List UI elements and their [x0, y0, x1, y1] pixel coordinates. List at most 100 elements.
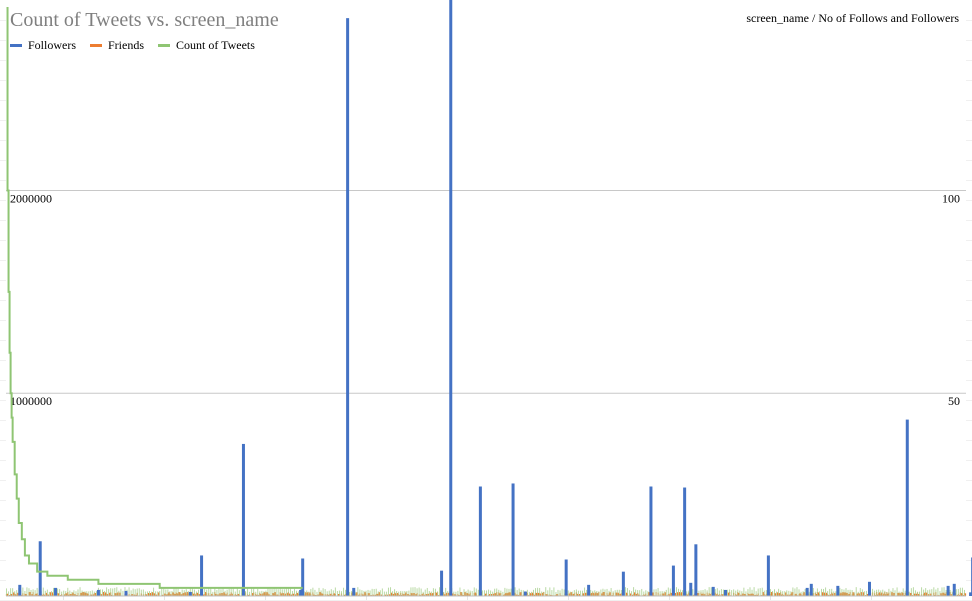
tweets-baseline-bar: [461, 591, 463, 596]
tweets-baseline-bar: [498, 589, 500, 596]
tweets-baseline-bar: [680, 589, 682, 596]
tweets-baseline-bar: [833, 591, 835, 596]
tweets-baseline-bar: [641, 588, 643, 596]
tweets-baseline-bar: [46, 589, 48, 596]
tweets-baseline-bar: [157, 591, 159, 596]
chart-area[interactable]: 1000000 2000000 50 100 Count of Tweets vs. …: [0, 0, 972, 601]
tweets-baseline-bar: [332, 590, 334, 596]
friends-bar: [168, 592, 170, 596]
tweets-baseline-bar: [900, 591, 902, 596]
tweets-baseline-bar: [567, 590, 569, 596]
friends-bar: [603, 592, 605, 596]
tweets-baseline-bar: [79, 587, 81, 596]
tweets-baseline-bar: [377, 591, 379, 596]
chart-title[interactable]: Count of Tweets vs. screen_name: [10, 9, 279, 32]
tweets-baseline-bar: [586, 589, 588, 596]
tweets-baseline-bar: [655, 589, 657, 596]
tweets-baseline-bar: [10, 588, 12, 596]
tweets-baseline-bar: [410, 587, 412, 596]
tweets-baseline-bar: [626, 588, 628, 596]
tweets-baseline-bar: [704, 589, 706, 596]
friends-bar: [305, 592, 307, 596]
tweets-baseline-bar: [361, 590, 363, 596]
tweets-baseline-bar: [510, 588, 512, 596]
legend[interactable]: Followers Friends Count of Tweets: [10, 38, 255, 53]
tweets-baseline-bar: [220, 589, 222, 596]
tweets-baseline-bar: [921, 587, 923, 596]
tweets-baseline-bar: [514, 587, 516, 596]
tweets-baseline-bar: [543, 591, 545, 596]
tweets-baseline-bar: [263, 591, 265, 596]
friends-bar: [821, 592, 824, 596]
friends-bar: [184, 592, 186, 596]
y2-tick-label: 100: [942, 191, 960, 205]
followers-bar: [766, 555, 770, 596]
tweets-baseline-bar: [492, 591, 494, 596]
tweets-baseline-bar: [859, 588, 861, 596]
tweets-baseline-bar: [547, 590, 549, 596]
tweets-baseline-bar: [336, 591, 338, 596]
tweets-baseline-bar: [853, 591, 855, 596]
followers-bar: [689, 582, 693, 596]
tweets-baseline-bar: [579, 590, 581, 596]
friends-bar: [609, 592, 611, 596]
tweets-baseline-bar: [22, 587, 24, 596]
tweets-baseline-bar: [804, 589, 806, 596]
tweets-baseline-bar: [394, 589, 396, 596]
tweets-baseline-bar: [8, 591, 10, 596]
tweets-baseline-bar: [610, 588, 612, 596]
tweets-baseline-bar: [120, 588, 122, 596]
tweets-baseline-bar: [365, 590, 367, 596]
tweets-baseline-bar: [153, 587, 155, 596]
followers-bar: [649, 486, 653, 596]
tweets-baseline-bar: [216, 589, 218, 596]
tweets-baseline-bar: [416, 588, 418, 596]
legend-item-followers[interactable]: Followers: [10, 38, 76, 53]
legend-item-count-of-tweets[interactable]: Count of Tweets: [158, 38, 255, 53]
tweets-baseline-bar: [537, 587, 539, 596]
tweets-baseline-bar: [857, 591, 859, 596]
tweets-baseline-bar: [516, 590, 518, 596]
tweets-baseline-bar: [759, 588, 761, 596]
tweets-baseline-bar: [61, 591, 63, 596]
tweets-baseline-bar: [539, 588, 541, 596]
tweets-baseline-bar: [925, 588, 927, 596]
tweets-baseline-bar: [345, 589, 347, 596]
legend-swatch-friends: [90, 44, 102, 47]
tweets-baseline-bar: [490, 590, 492, 596]
tweets-baseline-bar: [50, 591, 52, 596]
tweets-baseline-bar: [261, 590, 263, 596]
tweets-baseline-bar: [330, 589, 332, 596]
followers-bar: [952, 583, 956, 596]
tweets-baseline-bar: [663, 591, 665, 596]
legend-swatch-followers: [10, 44, 22, 47]
plot-area: 1000000 2000000 50 100: [5, 0, 972, 597]
tweets-baseline-bar: [541, 591, 543, 596]
tweets-baseline-bar: [831, 588, 833, 596]
tweets-baseline-bar: [894, 590, 896, 596]
tweets-baseline-bar: [700, 590, 702, 596]
tweets-baseline-bar: [371, 588, 373, 596]
tweets-baseline-bar: [77, 589, 79, 596]
tweets-baseline-bar: [34, 590, 36, 596]
tweets-baseline-bar: [951, 591, 953, 596]
friends-bar: [309, 592, 311, 596]
tweets-baseline-bar: [631, 591, 633, 596]
legend-item-friends[interactable]: Friends: [90, 38, 144, 53]
friends-bar: [474, 592, 476, 596]
tweets-baseline-bar: [30, 589, 32, 596]
followers-bar: [809, 583, 813, 596]
tweets-baseline-bar: [706, 590, 708, 596]
tweets-baseline-bar: [796, 587, 798, 596]
legend-label-friends: Friends: [108, 38, 144, 52]
tweets-baseline-bar: [42, 587, 44, 596]
followers-bar: [587, 584, 591, 596]
tweets-baseline-bar: [553, 587, 555, 596]
tweets-baseline-bar: [729, 589, 731, 596]
tweets-baseline-bar: [428, 591, 430, 596]
followers-bar: [124, 590, 128, 596]
friends-bar: [817, 592, 820, 596]
tweets-baseline-bar: [549, 587, 551, 596]
tweets-baseline-bar: [710, 587, 712, 596]
tweets-baseline-bar: [635, 589, 637, 596]
